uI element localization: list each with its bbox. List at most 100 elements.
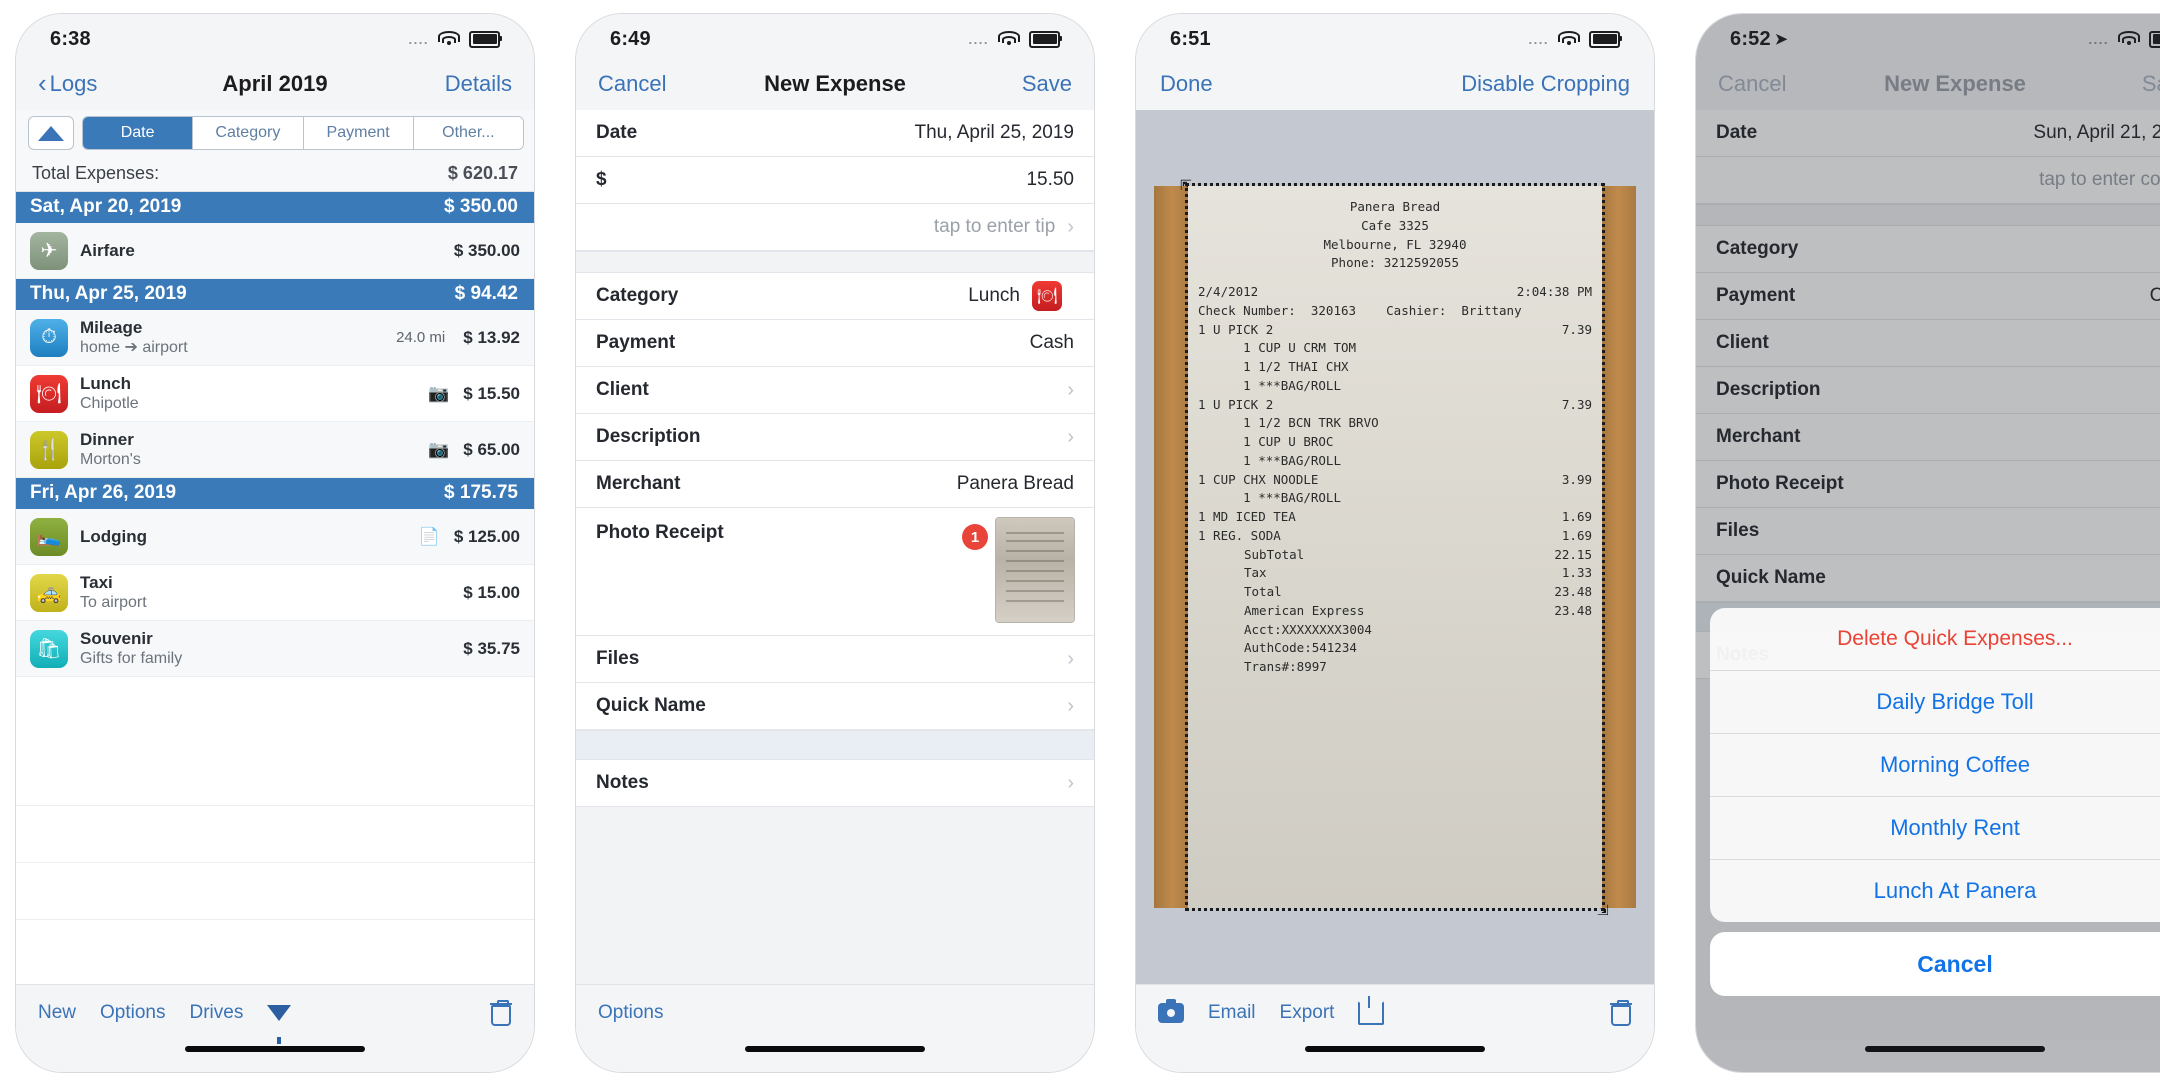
expense-row[interactable]: 🍴 Dinner Morton's 📷 $ 65.00	[16, 422, 534, 478]
segment-category[interactable]: Category	[193, 117, 304, 149]
field-category[interactable]: Category ›	[1696, 226, 2160, 273]
field-files[interactable]: Files ›	[576, 636, 1094, 683]
filter-icon[interactable]	[267, 1004, 292, 1044]
expense-subtitle: Chipotle	[80, 394, 139, 412]
field-client[interactable]: Client ›	[576, 367, 1094, 414]
options-button[interactable]: Options	[598, 1002, 663, 1024]
trash-icon[interactable]	[490, 999, 512, 1026]
share-icon[interactable]	[1358, 995, 1385, 1025]
day-header-date: Fri, Apr 26, 2019	[30, 482, 177, 503]
action-delete-quick-expenses[interactable]: Delete Quick Expenses...	[1710, 608, 2160, 671]
action-sheet-options: Delete Quick Expenses... Daily Bridge To…	[1710, 608, 2160, 922]
segment-other[interactable]: Other...	[413, 117, 523, 149]
photo-count-badge: 1	[962, 524, 988, 550]
day-header-date: Thu, Apr 25, 2019	[30, 283, 187, 304]
back-button-label: Logs	[49, 71, 98, 96]
expense-amount: $ 15.00	[463, 582, 520, 602]
receipt-thumbnail[interactable]	[996, 518, 1074, 622]
camera-icon[interactable]	[1158, 998, 1184, 1023]
background-wood-left	[1154, 186, 1190, 908]
new-expense-form: Date Thu, April 25, 2019 $ 15.50 tap to …	[576, 110, 1094, 984]
field-date[interactable]: Date Sun, April 21, 2019	[1696, 110, 2160, 157]
done-button[interactable]: Done	[1160, 71, 1213, 97]
field-cost[interactable]: tap to enter cost›	[1696, 157, 2160, 204]
drives-button[interactable]: Drives	[190, 1002, 244, 1024]
field-notes[interactable]: Notes ›	[576, 760, 1094, 807]
screenshot-stage: 6:38 .... ‹ Logs April 2019 Details Date…	[0, 0, 2160, 1080]
expense-amount: $ 350.00	[453, 240, 520, 260]
options-button[interactable]: Options	[100, 1002, 165, 1024]
cancel-button[interactable]: Cancel	[1718, 71, 1786, 97]
signal-dots-icon: ....	[408, 31, 429, 47]
expense-row[interactable]: 🛍 Souvenir Gifts for family $ 35.75	[16, 621, 534, 677]
field-payment[interactable]: Payment Cash	[1696, 273, 2160, 320]
expense-mileage: 24.0 mi	[396, 329, 446, 346]
field-photo-receipt[interactable]: Photo Receipt 1	[576, 508, 1094, 636]
crop-stage[interactable]: ⇱ ⇲ Panera Bread Cafe 3325 Melbourne, FL…	[1136, 110, 1654, 984]
field-amount[interactable]: $ 15.50	[576, 157, 1094, 204]
field-label: Client	[596, 379, 649, 400]
field-value: Sun, April 21, 2019	[2033, 122, 2160, 143]
nav-bar: Cancel New Expense Save	[576, 64, 1094, 110]
expense-row[interactable]: 🍽 Lunch Chipotle 📷 $ 15.50	[16, 366, 534, 422]
field-photo-receipt[interactable]: Photo Receipt ›	[1696, 461, 2160, 508]
receipt-item-text: 1 1/2 BCN TRK BRVO	[1198, 415, 1379, 431]
field-merchant[interactable]: Merchant Panera Bread	[576, 461, 1094, 508]
disable-cropping-button[interactable]: Disable Cropping	[1461, 71, 1630, 97]
receipt-total-label: Tax	[1244, 565, 1267, 581]
email-button[interactable]: Email	[1208, 1002, 1256, 1024]
field-value: Lunch 🍽	[968, 281, 1074, 311]
field-payment[interactable]: Payment Cash	[576, 320, 1094, 367]
action-morning-coffee[interactable]: Morning Coffee	[1710, 734, 2160, 797]
expense-title: Dinner	[80, 430, 134, 450]
field-client[interactable]: Client ›	[1696, 320, 2160, 367]
chevron-left-icon: ‹	[38, 68, 47, 98]
field-label: Quick Name	[596, 695, 706, 716]
phone-expense-log: 6:38 .... ‹ Logs April 2019 Details Date…	[16, 14, 534, 1072]
export-button[interactable]: Export	[1280, 1002, 1335, 1024]
action-lunch-at-panera[interactable]: Lunch At Panera	[1710, 860, 2160, 922]
receipt-item-text: 1 MD ICED TEA	[1198, 509, 1296, 524]
phone-quick-name-sheet: 6:52 ➤ .... Cancel New Expense Save Date…	[1696, 14, 2160, 1072]
field-quick-name[interactable]: Quick Name ›	[576, 683, 1094, 730]
sort-ascending-button[interactable]	[28, 116, 74, 150]
receipt-item: 1 CUP CHX NOODLE 3.99	[1198, 471, 1592, 490]
field-category[interactable]: Category Lunch 🍽	[576, 273, 1094, 320]
save-button[interactable]: Save	[2142, 71, 2160, 97]
field-label: Notes	[596, 772, 649, 793]
field-quick-name[interactable]: Quick Name ›	[1696, 555, 2160, 602]
trash-icon[interactable]	[1610, 999, 1632, 1026]
day-header: Thu, Apr 25, 2019 $ 94.42	[16, 279, 534, 310]
receipt-item-price: 1.69	[1561, 509, 1592, 524]
receipt-image: Panera Bread Cafe 3325 Melbourne, FL 329…	[1185, 183, 1605, 911]
expense-row[interactable]: ⏱ Mileage home ➔ airport 24.0 mi $ 13.92	[16, 310, 534, 366]
chevron-right-icon: ›	[1067, 694, 1074, 717]
receipt-item-text: 1 ***BAG/ROLL	[1198, 490, 1341, 506]
back-button-logs[interactable]: ‹ Logs	[38, 68, 98, 98]
save-button[interactable]: Save	[1022, 71, 1072, 97]
segment-payment[interactable]: Payment	[303, 117, 414, 149]
expense-row[interactable]: 🚕 Taxi To airport $ 15.00	[16, 565, 534, 621]
details-button[interactable]: Details	[445, 71, 512, 97]
expense-row[interactable]: ✈ Airfare $ 350.00	[16, 223, 534, 279]
expense-row[interactable]: 🛌 Lodging 📄 $ 125.00	[16, 509, 534, 565]
field-description[interactable]: Description ›	[1696, 367, 2160, 414]
gift-icon: 🛍	[30, 629, 68, 668]
action-monthly-rent[interactable]: Monthly Rent	[1710, 797, 2160, 860]
field-merchant[interactable]: Merchant ›	[1696, 414, 2160, 461]
field-label: Files	[1716, 520, 1760, 541]
action-sheet: Delete Quick Expenses... Daily Bridge To…	[1710, 608, 2160, 996]
action-sheet-cancel-button[interactable]: Cancel	[1710, 932, 2160, 996]
cancel-button[interactable]: Cancel	[598, 71, 666, 97]
expense-list[interactable]: Sat, Apr 20, 2019 $ 350.00 ✈ Airfare $ 3…	[16, 192, 534, 984]
receipt-total-label: American Express	[1244, 602, 1365, 618]
field-files[interactable]: Files ›	[1696, 508, 2160, 555]
new-button[interactable]: New	[38, 1002, 76, 1024]
field-date[interactable]: Date Thu, April 25, 2019	[576, 110, 1094, 157]
field-description[interactable]: Description ›	[576, 414, 1094, 461]
segment-date[interactable]: Date	[83, 117, 194, 149]
chevron-right-icon: ›	[1067, 425, 1074, 448]
field-tip[interactable]: tap to enter tip ›	[576, 204, 1094, 251]
expense-subtitle: To airport	[80, 593, 147, 611]
action-daily-bridge-toll[interactable]: Daily Bridge Toll	[1710, 671, 2160, 734]
